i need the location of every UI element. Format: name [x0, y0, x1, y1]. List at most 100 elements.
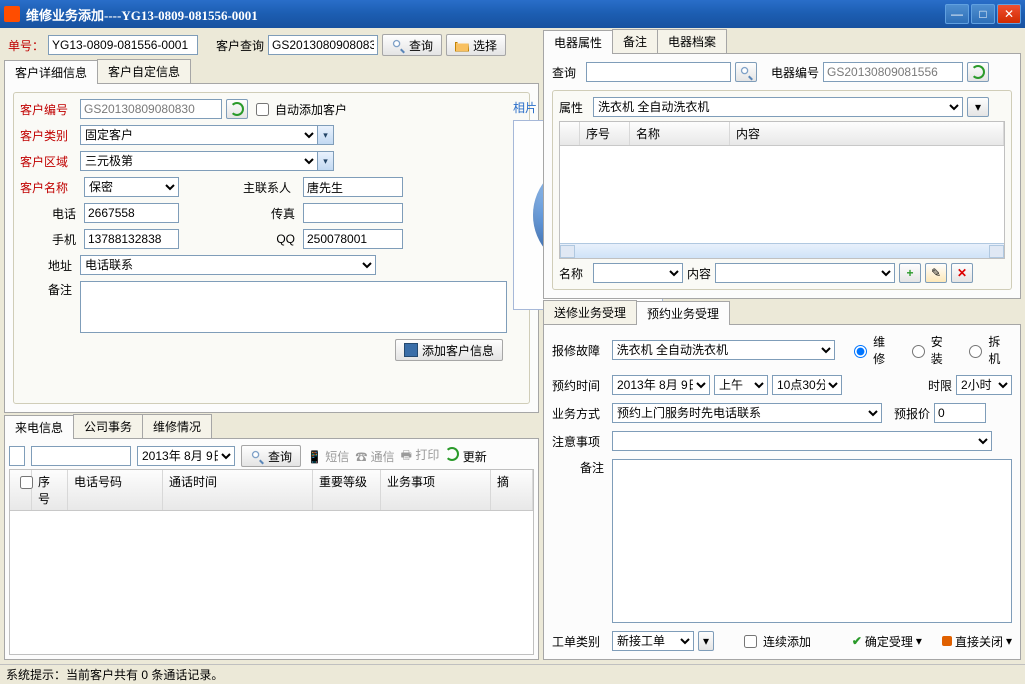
cust-remark-label: 备注 [20, 281, 76, 298]
qq-field[interactable] [303, 229, 403, 249]
tab-cust-detail[interactable]: 客户详细信息 [4, 60, 98, 84]
tab-cust-custom[interactable]: 客户自定信息 [97, 59, 191, 83]
eq-edit-button[interactable]: ✎ [925, 263, 947, 283]
cust-query-field[interactable] [268, 35, 378, 55]
minimize-button[interactable]: — [945, 4, 969, 24]
add-icon: + [903, 266, 917, 280]
contact-label: 主联系人 [243, 179, 299, 196]
confirm-accept-button[interactable]: ✔确定受理 ▾ [852, 633, 922, 650]
tab-biz-send[interactable]: 送修业务受理 [543, 300, 637, 324]
biz-remark-textarea[interactable] [612, 459, 1012, 623]
note-label: 注意事项 [552, 433, 608, 450]
equip-no-field[interactable] [823, 62, 963, 82]
continuous-add-checkbox[interactable]: 连续添加 [740, 632, 811, 651]
titlebar: 维修业务添加----YG13-0809-081556-0001 — □ ✕ [0, 0, 1025, 28]
th-flag [560, 122, 580, 145]
search-icon [739, 65, 753, 79]
tab-equip-remark[interactable]: 备注 [612, 29, 658, 53]
statusbar: 系统提示：当前客户共有 0 条通话记录。 [0, 664, 1025, 684]
addr-label: 地址 [20, 257, 76, 274]
open-icon [455, 42, 469, 52]
fax-label: 传真 [243, 205, 299, 222]
eq-delete-button[interactable]: ✕ [951, 263, 973, 283]
attr-label: 属性 [559, 99, 589, 116]
th-level: 重要等级 [313, 470, 381, 510]
call-date-select[interactable]: 2013年 8月 9日 [137, 446, 235, 466]
cust-area-select[interactable]: 三元极第 [80, 151, 318, 171]
attr-extra-button[interactable]: ▾ [967, 97, 989, 117]
eq-add-button[interactable]: + [899, 263, 921, 283]
refresh-cust-id-button[interactable] [226, 99, 248, 119]
cust-area-extra-button[interactable]: ▾ [318, 151, 334, 171]
check-icon: ✔ [852, 634, 862, 648]
equip-no-label: 电器编号 [771, 64, 819, 81]
sms-button[interactable]: 📱 短信 [307, 448, 349, 465]
radio-install[interactable]: 安装 [907, 333, 955, 367]
cust-type-select[interactable]: 固定客户 [80, 125, 318, 145]
print-button[interactable]: 🖶 打印 [401, 446, 440, 467]
th-check[interactable] [10, 470, 32, 510]
equip-query-button[interactable] [735, 62, 757, 82]
appoint-ampm-select[interactable]: 上午 [714, 375, 768, 395]
duration-select[interactable]: 2小时 [956, 375, 1012, 395]
tab-call-info[interactable]: 来电信息 [4, 415, 74, 439]
eq-name-select[interactable] [593, 263, 683, 283]
biz-remark-label: 备注 [552, 459, 608, 476]
cust-type-extra-button[interactable]: ▾ [318, 125, 334, 145]
mobile-field[interactable] [84, 229, 179, 249]
attr-select[interactable]: 洗衣机 全自动洗衣机 [593, 97, 963, 117]
cust-name-select[interactable]: 保密 [84, 177, 179, 197]
cust-query-label: 客户查询 [216, 37, 264, 54]
query-button[interactable]: 查询 [382, 34, 442, 56]
appoint-time-label: 预约时间 [552, 377, 608, 394]
appoint-date-select[interactable]: 2013年 8月 9日 [612, 375, 710, 395]
equip-table-body [560, 146, 1004, 243]
tab-repair-status[interactable]: 维修情况 [142, 414, 212, 438]
phone-field[interactable] [84, 203, 179, 223]
th-eq-no: 序号 [580, 122, 630, 145]
order-no-field[interactable] [48, 35, 198, 55]
refresh-button[interactable]: 更新 [445, 447, 486, 465]
order-no-label: 单号： [8, 37, 44, 54]
fax-field[interactable] [303, 203, 403, 223]
equip-query-label: 查询 [552, 64, 582, 81]
tab-biz-appoint[interactable]: 预约业务受理 [636, 301, 730, 325]
tab-company[interactable]: 公司事务 [73, 414, 143, 438]
th-eq-name: 名称 [630, 122, 730, 145]
contact-field[interactable] [303, 177, 403, 197]
cust-id-field[interactable] [80, 99, 222, 119]
order-type-extra-button[interactable]: ▾ [698, 631, 714, 651]
radio-repair[interactable]: 维修 [849, 333, 897, 367]
tab-equip-archive[interactable]: 电器档案 [657, 29, 727, 53]
page-field[interactable] [9, 446, 25, 466]
cust-remark-textarea[interactable] [80, 281, 507, 333]
maximize-button[interactable]: □ [971, 4, 995, 24]
direct-close-button[interactable]: 直接关闭 ▾ [942, 633, 1012, 650]
appoint-hm-select[interactable]: 10点30分 [772, 375, 842, 395]
save-icon [404, 343, 418, 357]
eq-content-label: 内容 [687, 265, 711, 282]
quote-field[interactable] [934, 403, 986, 423]
equip-refresh-button[interactable] [967, 62, 989, 82]
fault-label: 报修故障 [552, 342, 608, 359]
mobile-label: 手机 [20, 231, 80, 248]
auto-add-checkbox[interactable]: 自动添加客户 [252, 100, 347, 119]
select-button[interactable]: 选择 [446, 34, 506, 56]
close-button[interactable]: ✕ [997, 4, 1021, 24]
comm-button[interactable]: ☎ 通信 [355, 448, 394, 465]
order-type-select[interactable]: 新接工单 [612, 631, 694, 651]
biz-mode-select[interactable]: 预约上门服务时先电话联系 [612, 403, 882, 423]
add-cust-info-button[interactable]: 添加客户信息 [395, 339, 503, 361]
note-select[interactable] [612, 431, 992, 451]
fault-select[interactable]: 洗衣机 全自动洗衣机 [612, 340, 835, 360]
delete-icon: ✕ [955, 266, 969, 280]
status-text: 系统提示：当前客户共有 0 条通话记录。 [6, 666, 223, 683]
call-search-field[interactable] [31, 446, 131, 466]
call-query-button[interactable]: 查询 [241, 445, 301, 467]
addr-select[interactable]: 电话联系 [80, 255, 376, 275]
eq-content-select[interactable] [715, 263, 895, 283]
equip-query-field[interactable] [586, 62, 731, 82]
radio-remove[interactable]: 拆机 [964, 333, 1012, 367]
equip-scrollbar[interactable] [560, 243, 1004, 258]
tab-equip-props[interactable]: 电器属性 [543, 30, 613, 54]
